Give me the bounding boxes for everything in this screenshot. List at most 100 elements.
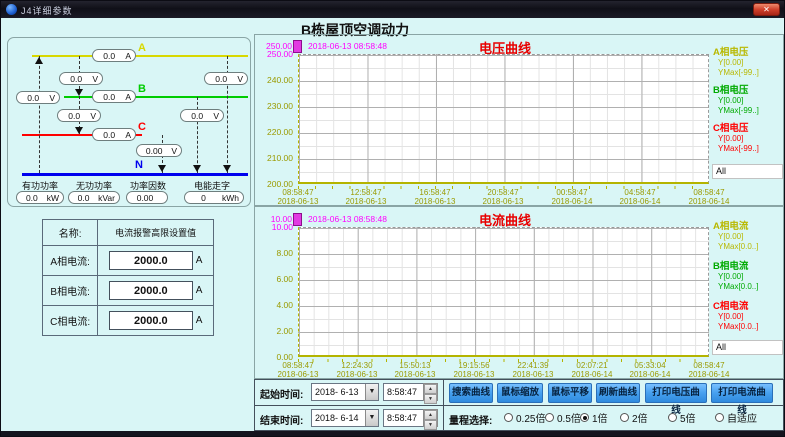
spin-down-icon[interactable]: ▼: [424, 394, 437, 404]
app-window: J4详细参数 ✕ B栋屋顶空调动力 A B C N: [0, 0, 785, 437]
phase-b-alarm-unit: A: [196, 285, 203, 296]
voltage-cn-display: 0.00V: [136, 144, 182, 157]
voltage-plot[interactable]: [298, 54, 709, 184]
divider: [443, 380, 444, 430]
arrow-down-icon: [75, 89, 83, 96]
radio-icon[interactable]: [545, 413, 554, 422]
range-radio-05x[interactable]: 0.5倍: [545, 410, 581, 425]
legend-phase-c-current[interactable]: C相电流 Y[0.00] YMax[0.0..]: [713, 302, 783, 332]
mouse-zoom-button[interactable]: 鼠标缩放: [497, 383, 543, 403]
phase-c-alarm-input[interactable]: [109, 311, 193, 330]
print-voltage-curve-button[interactable]: 打印电压曲线: [645, 383, 707, 403]
phase-b-alarm-input[interactable]: [109, 281, 193, 300]
spin-down-icon[interactable]: ▼: [424, 420, 437, 430]
legend-all-selector[interactable]: All: [712, 164, 783, 179]
power-factor-display: 0.00: [126, 191, 168, 204]
voltage-an-right-display: 0.0V: [204, 72, 248, 85]
voltage-ytick: 230.00: [255, 101, 295, 111]
phase-a-line: [32, 55, 248, 57]
legend-phase-a-current[interactable]: A相电流 Y[0.00] YMax[0.0..]: [713, 222, 783, 252]
legend-phase-b-voltage[interactable]: B相电压 Y[0.00] YMax[-99..]: [713, 86, 783, 116]
end-date-input[interactable]: 2018- 6-14 ▼: [311, 409, 379, 427]
range-radio-auto[interactable]: 自适应: [715, 410, 757, 425]
phase-n-label: N: [135, 159, 143, 171]
range-radio-025x[interactable]: 0.25倍: [504, 410, 545, 425]
phase-b-label: B: [138, 83, 146, 95]
radio-icon[interactable]: [668, 413, 677, 422]
voltage-xtick: 20:58:472018-06-13: [473, 188, 533, 206]
phase-b-alarm-label: B相电流:: [43, 276, 98, 306]
search-curve-button[interactable]: 搜索曲线: [449, 383, 493, 403]
phase-a-alarm-input[interactable]: [109, 251, 193, 270]
start-time-spinner[interactable]: ▲▼: [423, 383, 438, 401]
voltage-cursor-slider[interactable]: [293, 40, 302, 53]
voltage-chart-panel: 电压曲线 250.00 2018-06-13 08:58:48 250.00 2…: [254, 34, 784, 206]
phase-c-alarm-label: C相电流:: [43, 306, 98, 336]
calendar-dropdown-icon[interactable]: ▼: [365, 384, 378, 400]
legend-phase-c-voltage[interactable]: C相电压 Y[0.00] YMax[-99..]: [713, 124, 783, 154]
table-header-row: 名称: 电流报警高限设置值: [43, 220, 214, 246]
start-date-input[interactable]: 2018- 6-13 ▼: [311, 383, 379, 401]
voltage-cursor-time: 2018-06-13 08:58:48: [308, 41, 387, 51]
current-ytick: 10.00: [255, 222, 295, 232]
voltage-xtick: 08:58:472018-06-13: [268, 188, 328, 206]
arrow-down-icon: [75, 127, 83, 134]
range-select-label: 量程选择:: [449, 412, 492, 427]
radio-icon[interactable]: [504, 413, 513, 422]
table-row: A相电流: A: [43, 246, 214, 276]
range-radio-1x[interactable]: 1倍: [580, 410, 608, 425]
value-column-header: 电流报警高限设置值: [98, 220, 214, 246]
table-row: C相电流: A: [43, 306, 214, 336]
spin-up-icon[interactable]: ▲: [424, 410, 437, 420]
print-current-curve-button[interactable]: 打印电流曲线: [711, 383, 773, 403]
radio-icon[interactable]: [620, 413, 629, 422]
app-icon: [6, 4, 17, 15]
legend-all-selector[interactable]: All: [712, 340, 783, 355]
voltage-ytick: 250.00: [255, 49, 295, 59]
range-radio-5x[interactable]: 5倍: [668, 410, 696, 425]
voltage-xtick: 00:58:472018-06-14: [542, 188, 602, 206]
phase-a-alarm-unit: A: [196, 255, 203, 266]
phase-c-label: C: [138, 121, 146, 133]
name-column-header: 名称:: [43, 220, 98, 246]
mouse-pan-button[interactable]: 鼠标平移: [548, 383, 592, 403]
radio-icon[interactable]: [715, 413, 724, 422]
voltage-an-left-display: 0.0V: [16, 91, 60, 104]
current-xtick: 08:58:472018-06-13: [268, 361, 328, 379]
voltage-xtick: 04:58:472018-06-14: [610, 188, 670, 206]
active-power-display: 0.0kW: [16, 191, 64, 204]
voltage-xtick: 08:58:472018-06-14: [679, 188, 739, 206]
current-chart-panel: 电流曲线 10.00 2018-06-13 08:58:48 10.00 8.0…: [254, 206, 784, 379]
current-plot[interactable]: [298, 227, 709, 357]
voltage-bc-display: 0.0V: [57, 109, 101, 122]
end-time-label: 结束时间:: [260, 412, 303, 427]
current-xtick: 22:41:392018-06-13: [503, 361, 563, 379]
arrow-up-icon: [35, 57, 43, 64]
current-cursor-slider[interactable]: [293, 213, 302, 226]
end-time-spinner[interactable]: ▲▼: [423, 409, 438, 427]
current-ytick: 2.00: [255, 326, 295, 336]
energy-meter-display: 0kWh: [184, 191, 244, 204]
arrow-down-icon: [223, 165, 231, 172]
window-bottom-border: [1, 431, 785, 437]
divider: [255, 405, 783, 406]
phase-a-label: A: [138, 42, 146, 54]
legend-phase-a-voltage[interactable]: A相电压 Y[0.00] YMax[-99..]: [713, 48, 783, 78]
spin-up-icon[interactable]: ▲: [424, 384, 437, 394]
voltage-ytick: 220.00: [255, 127, 295, 137]
current-xtick: 02:07:212018-06-14: [562, 361, 622, 379]
reactive-power-display: 0.0kVar: [68, 191, 120, 204]
close-button[interactable]: ✕: [753, 3, 780, 16]
current-xtick: 05:33:042018-06-14: [620, 361, 680, 379]
calendar-dropdown-icon[interactable]: ▼: [365, 410, 378, 426]
table-row: B相电流: A: [43, 276, 214, 306]
refresh-curve-button[interactable]: 刷新曲线: [596, 383, 640, 403]
arrow-down-icon: [158, 165, 166, 172]
radio-checked-icon[interactable]: [580, 413, 589, 422]
phase-a-alarm-label: A相电流:: [43, 246, 98, 276]
range-radio-2x[interactable]: 2倍: [620, 410, 648, 425]
window-titlebar[interactable]: J4详细参数 ✕: [1, 1, 785, 18]
voltage-xtick: 12:58:472018-06-13: [336, 188, 396, 206]
legend-phase-b-current[interactable]: B相电流 Y[0.00] YMax[0.0..]: [713, 262, 783, 292]
measure-line-an-left: [39, 56, 40, 173]
